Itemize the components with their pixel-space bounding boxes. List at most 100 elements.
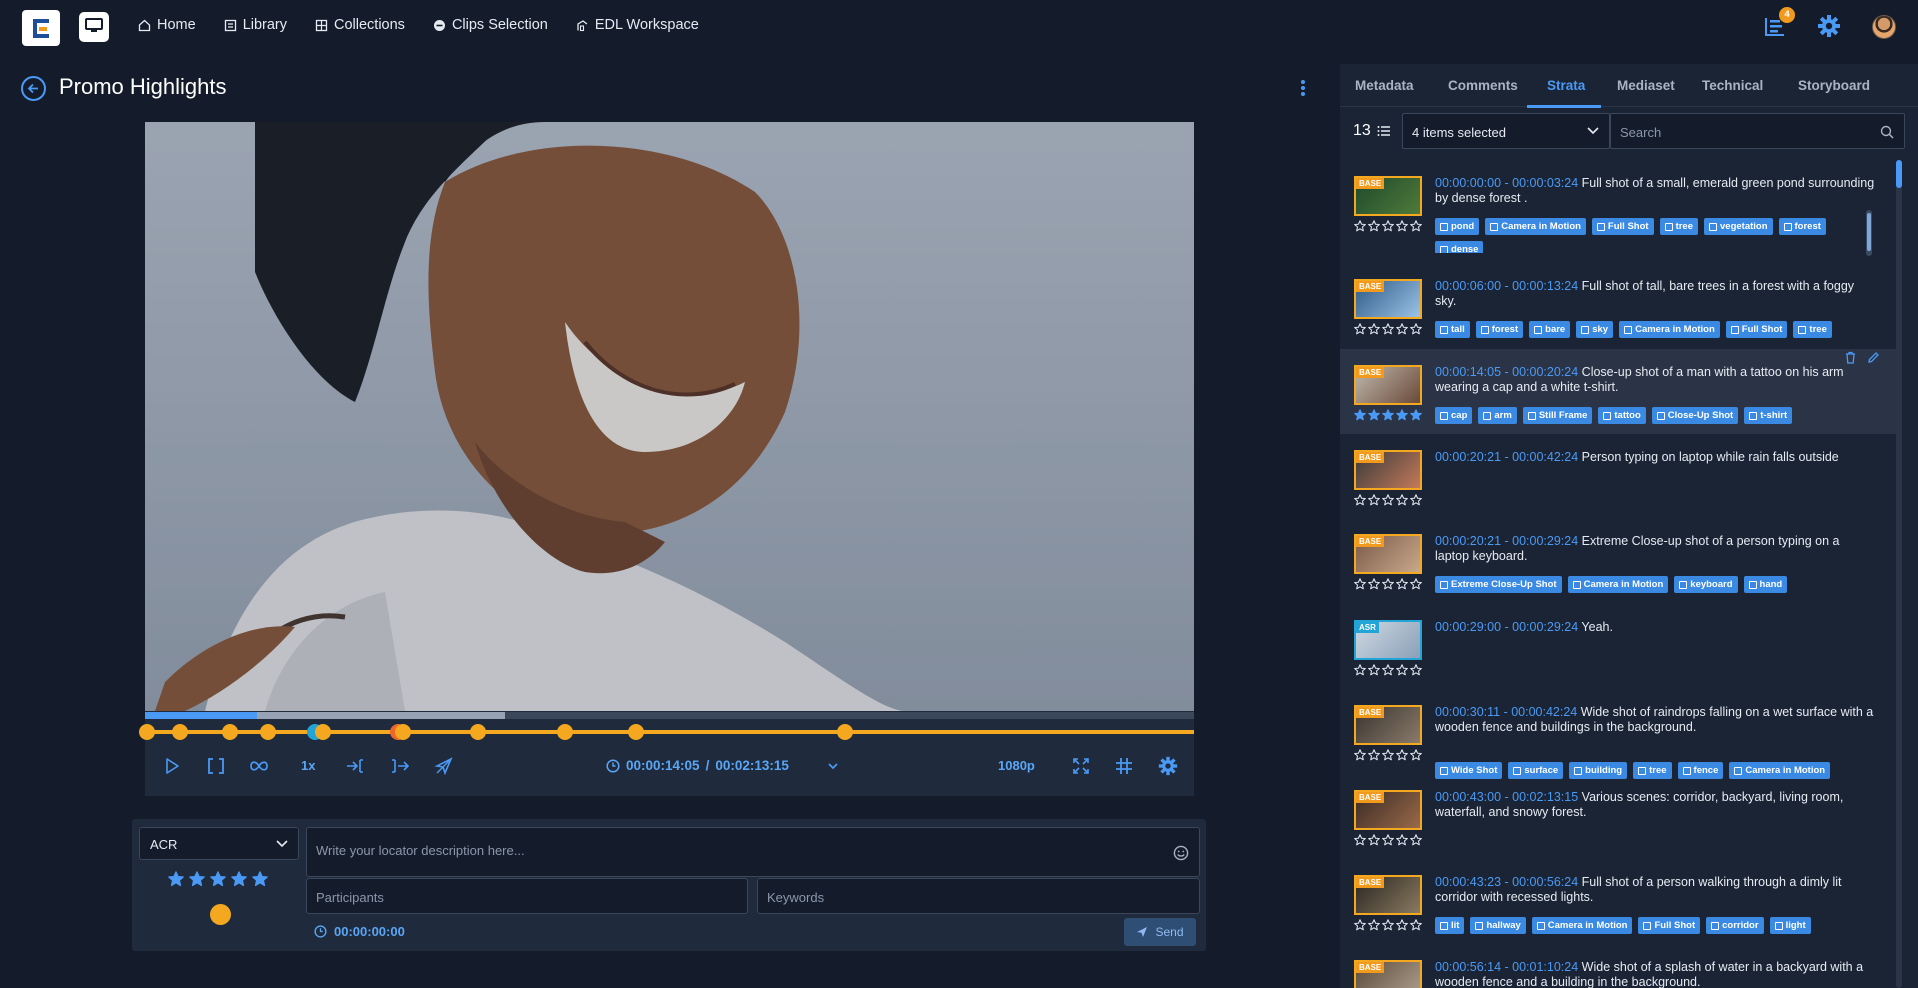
- timeline-marker[interactable]: [627, 724, 644, 740]
- tag-chip[interactable]: Camera in Motion: [1485, 218, 1586, 235]
- tab-technical[interactable]: Technical: [1702, 78, 1763, 93]
- locator-time[interactable]: 00:00:00:00: [314, 924, 405, 939]
- nav-clips-selection[interactable]: Clips Selection: [433, 17, 548, 33]
- star-icon[interactable]: [1354, 409, 1366, 421]
- strata-rating[interactable]: [1354, 919, 1422, 931]
- loop-icon[interactable]: [249, 756, 269, 776]
- in-out-icon[interactable]: [206, 756, 226, 776]
- strata-item[interactable]: BASE 00:00:06:00 - 00:00:13:24 Full shot …: [1340, 263, 1900, 349]
- star-icon[interactable]: [210, 871, 226, 887]
- star-icon[interactable]: [1410, 494, 1422, 506]
- tag-chip[interactable]: Full Shot: [1591, 218, 1654, 235]
- star-icon[interactable]: [1396, 220, 1408, 232]
- tag-chip[interactable]: light: [1769, 917, 1811, 934]
- grid-overlay-icon[interactable]: [1114, 756, 1134, 776]
- star-icon[interactable]: [168, 871, 184, 887]
- strata-timecode[interactable]: 00:00:43:23 - 00:00:56:24: [1435, 875, 1578, 889]
- tag-chip[interactable]: forest: [1778, 218, 1826, 235]
- star-icon[interactable]: [1410, 664, 1422, 676]
- strata-rating[interactable]: [1354, 664, 1422, 676]
- strata-timecode[interactable]: 00:00:56:14 - 00:01:10:24: [1435, 960, 1578, 974]
- tag-chip[interactable]: vegetation: [1704, 218, 1773, 235]
- strata-thumbnail[interactable]: BASE: [1354, 705, 1422, 745]
- star-icon[interactable]: [1410, 323, 1422, 335]
- tab-storyboard[interactable]: Storyboard: [1798, 78, 1870, 93]
- star-icon[interactable]: [1410, 749, 1422, 761]
- strata-timecode[interactable]: 00:00:20:21 - 00:00:29:24: [1435, 534, 1578, 548]
- strata-item[interactable]: BASE 00:00:56:14 - 00:01:10:24 Wide shot …: [1340, 944, 1900, 988]
- strata-thumbnail[interactable]: BASE: [1354, 875, 1422, 915]
- tag-chip[interactable]: lit: [1435, 917, 1465, 934]
- back-arrow-icon[interactable]: [21, 76, 46, 101]
- strata-rating[interactable]: [1354, 323, 1422, 335]
- star-icon[interactable]: [1368, 409, 1380, 421]
- mark-out-icon[interactable]: [390, 756, 410, 776]
- locator-rating[interactable]: [168, 871, 268, 887]
- strata-rating[interactable]: [1354, 494, 1422, 506]
- speed-button[interactable]: 1x: [301, 758, 315, 773]
- star-icon[interactable]: [1382, 919, 1394, 931]
- marker-timeline[interactable]: [145, 730, 1194, 734]
- strata-thumbnail[interactable]: BASE: [1354, 534, 1422, 574]
- more-options-icon[interactable]: [1297, 79, 1309, 99]
- star-icon[interactable]: [1396, 919, 1408, 931]
- star-icon[interactable]: [1368, 834, 1380, 846]
- strata-rating[interactable]: [1354, 834, 1422, 846]
- star-icon[interactable]: [231, 871, 247, 887]
- tags-scrollbar[interactable]: [1866, 210, 1872, 256]
- send-button[interactable]: Send: [1124, 918, 1196, 946]
- tag-chip[interactable]: Camera in Motion: [1619, 321, 1720, 338]
- star-icon[interactable]: [1368, 578, 1380, 590]
- star-icon[interactable]: [189, 871, 205, 887]
- timeline-marker[interactable]: [395, 724, 412, 740]
- item-count[interactable]: 13: [1353, 122, 1391, 140]
- timeline-marker[interactable]: [469, 724, 486, 740]
- category-select[interactable]: ACR: [139, 827, 299, 860]
- user-avatar[interactable]: [1872, 15, 1896, 39]
- star-icon[interactable]: [1382, 220, 1394, 232]
- strata-rating[interactable]: [1354, 220, 1422, 232]
- strata-item[interactable]: BASE 00:00:43:23 - 00:00:56:24 Full shot …: [1340, 859, 1900, 944]
- star-icon[interactable]: [1410, 834, 1422, 846]
- trash-icon[interactable]: [1844, 351, 1857, 364]
- star-icon[interactable]: [1368, 749, 1380, 761]
- tag-chip[interactable]: Close-Up Shot: [1651, 407, 1739, 424]
- strata-thumbnail[interactable]: BASE: [1354, 790, 1422, 830]
- strata-item[interactable]: BASE 00:00:30:11 - 00:00:42:24 Wide shot …: [1340, 689, 1900, 779]
- star-icon[interactable]: [1396, 494, 1408, 506]
- monitor-icon[interactable]: [79, 12, 109, 42]
- tab-comments[interactable]: Comments: [1448, 78, 1518, 93]
- tag-chip[interactable]: dense: [1435, 241, 1484, 253]
- gear-icon[interactable]: [1817, 14, 1841, 38]
- star-icon[interactable]: [1382, 578, 1394, 590]
- star-icon[interactable]: [1368, 220, 1380, 232]
- tag-chip[interactable]: Camera in Motion: [1531, 917, 1633, 934]
- emoji-icon[interactable]: [1173, 845, 1189, 861]
- fullscreen-icon[interactable]: [1071, 756, 1091, 776]
- strata-thumbnail[interactable]: ASR: [1354, 620, 1422, 660]
- tag-chip[interactable]: Full Shot: [1725, 321, 1788, 338]
- star-icon[interactable]: [1396, 749, 1408, 761]
- strata-timecode[interactable]: 00:00:14:05 - 00:00:20:24: [1435, 365, 1578, 379]
- strata-thumbnail[interactable]: BASE: [1354, 176, 1422, 216]
- star-icon[interactable]: [1368, 494, 1380, 506]
- tag-chip[interactable]: Still Frame: [1522, 407, 1593, 424]
- chevron-down-icon[interactable]: [823, 756, 843, 776]
- strata-item[interactable]: BASE 00:00:20:21 - 00:00:42:24 Person typ…: [1340, 434, 1900, 518]
- marker-color-picker[interactable]: [210, 904, 231, 925]
- star-icon[interactable]: [1354, 664, 1366, 676]
- send-to-icon[interactable]: [434, 756, 454, 776]
- strata-thumbnail[interactable]: BASE: [1354, 450, 1422, 490]
- tag-chip[interactable]: pond: [1435, 218, 1480, 235]
- tag-chip[interactable]: keyboard: [1674, 576, 1738, 593]
- star-icon[interactable]: [1396, 664, 1408, 676]
- star-icon[interactable]: [1368, 919, 1380, 931]
- star-icon[interactable]: [1354, 919, 1366, 931]
- strata-item[interactable]: BASE 00:00:20:21 - 00:00:29:24 Extreme Cl…: [1340, 518, 1900, 604]
- player-settings-icon[interactable]: [1158, 756, 1178, 776]
- tag-chip[interactable]: corridor: [1706, 917, 1764, 934]
- star-icon[interactable]: [1382, 664, 1394, 676]
- star-icon[interactable]: [1354, 220, 1366, 232]
- star-icon[interactable]: [1396, 323, 1408, 335]
- timeline-marker[interactable]: [172, 724, 189, 740]
